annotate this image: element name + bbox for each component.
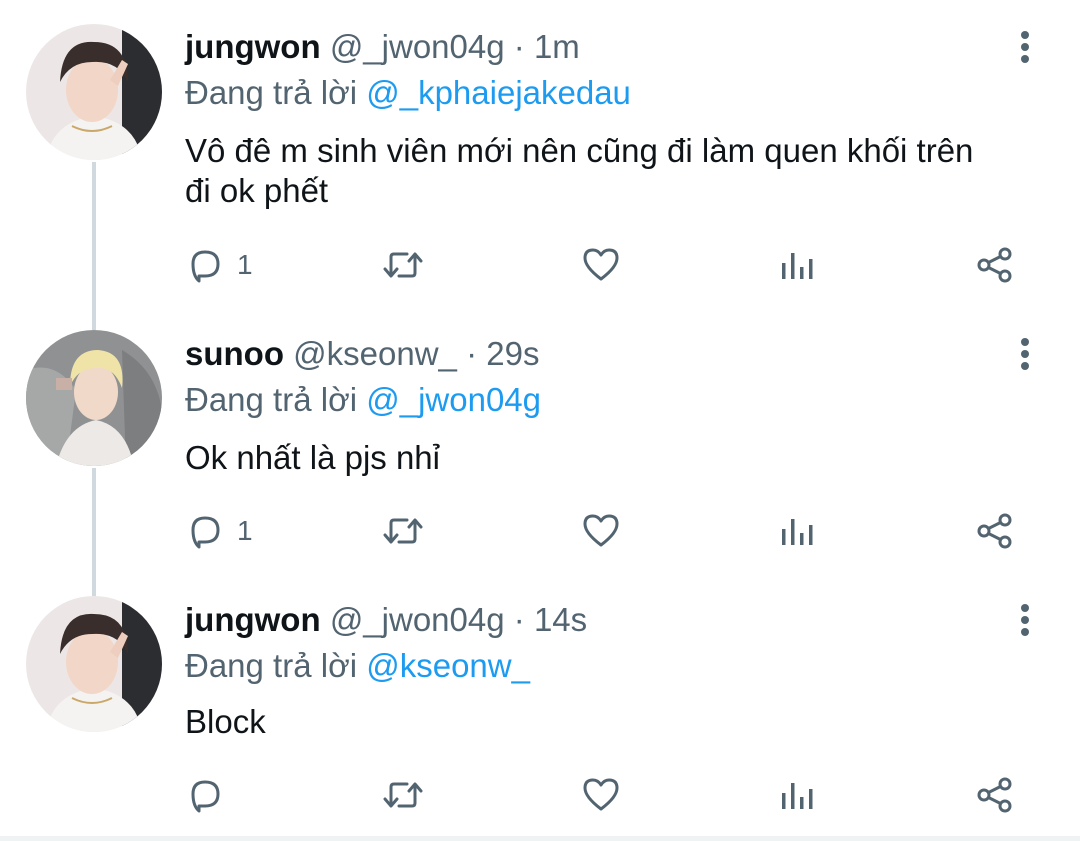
analytics-icon	[782, 783, 813, 809]
reply-button[interactable]: 1	[185, 240, 253, 290]
retweet-icon	[383, 252, 423, 278]
reply-button[interactable]: 1	[185, 506, 253, 556]
reply-button[interactable]	[185, 770, 237, 820]
retweet-icon	[383, 782, 423, 808]
avatar-photo	[26, 596, 162, 732]
tweet-text: Block	[185, 703, 266, 740]
avatar-photo	[26, 24, 162, 160]
tweet-actions: 1	[185, 240, 1025, 290]
tweet-header: jungwon @_jwon04g · 14s	[185, 600, 587, 640]
reply-count: 1	[237, 515, 253, 546]
replying-to-mention[interactable]: @_jwon04g	[366, 381, 541, 418]
retweet-icon	[383, 518, 423, 544]
avatar[interactable]	[26, 596, 162, 732]
replying-to: Đang trả lời @kseonw_	[185, 646, 530, 686]
like-button[interactable]	[581, 240, 633, 290]
separator-dot: ·	[513, 601, 525, 638]
avatar[interactable]	[26, 24, 162, 160]
more-options-button[interactable]	[1010, 27, 1040, 67]
tweet-actions: 1	[185, 506, 1025, 556]
retweet-button[interactable]	[381, 240, 437, 290]
more-icon	[1021, 31, 1029, 63]
replying-to-mention[interactable]: @kseonw_	[366, 647, 530, 684]
tweet[interactable]: sunoo @kseonw_ · 29s Đang trả lời @_jwon…	[0, 310, 1080, 580]
share-icon	[977, 247, 1012, 283]
tweet-header: sunoo @kseonw_ · 29s	[185, 334, 539, 374]
analytics-icon	[782, 253, 813, 279]
tweet-text: Ok nhất là pjs nhỉ	[185, 439, 440, 476]
tweet-header: jungwon @_jwon04g · 1m	[185, 27, 580, 67]
user-handle[interactable]: @_jwon04g	[330, 28, 505, 65]
timestamp[interactable]: 14s	[534, 601, 587, 638]
analytics-icon	[782, 519, 813, 545]
replying-to: Đang trả lời @_jwon04g	[185, 380, 541, 420]
like-icon	[583, 514, 619, 547]
replying-to-label: Đang trả lời	[185, 74, 358, 111]
like-button[interactable]	[581, 506, 633, 556]
like-icon	[583, 248, 619, 281]
reply-icon	[191, 780, 220, 813]
retweet-button[interactable]	[381, 506, 437, 556]
tweet-actions	[185, 770, 1025, 820]
replying-to-label: Đang trả lời	[185, 647, 358, 684]
more-options-button[interactable]	[1010, 334, 1040, 374]
tweet[interactable]: jungwon @_jwon04g · 1m Đang trả lời @_kp…	[0, 0, 1080, 310]
avatar-photo	[26, 330, 162, 466]
analytics-button[interactable]	[779, 506, 815, 556]
replying-to: Đang trả lời @_kphaiejakedau	[185, 73, 631, 113]
share-icon	[977, 777, 1012, 813]
display-name[interactable]: jungwon	[185, 28, 321, 65]
tweet[interactable]: jungwon @_jwon04g · 14s Đang trả lời @ks…	[0, 580, 1080, 836]
tweet-text: Vô đê m sinh viên mới nên cũng đi làm qu…	[185, 132, 974, 209]
timestamp[interactable]: 1m	[534, 28, 580, 65]
reply-icon	[191, 516, 220, 549]
share-button[interactable]	[975, 240, 1015, 290]
replying-to-label: Đang trả lời	[185, 381, 358, 418]
more-icon	[1021, 604, 1029, 636]
retweet-button[interactable]	[381, 770, 437, 820]
like-button[interactable]	[581, 770, 633, 820]
more-options-button[interactable]	[1010, 600, 1040, 640]
more-icon	[1021, 338, 1029, 370]
replying-to-mention[interactable]: @_kphaiejakedau	[366, 74, 631, 111]
separator-dot: ·	[466, 335, 478, 372]
reply-icon	[191, 250, 220, 283]
share-button[interactable]	[975, 506, 1015, 556]
display-name[interactable]: sunoo	[185, 335, 284, 372]
avatar[interactable]	[26, 330, 162, 466]
bottom-divider	[0, 836, 1080, 841]
share-icon	[977, 513, 1012, 549]
separator-dot: ·	[513, 28, 525, 65]
display-name[interactable]: jungwon	[185, 601, 321, 638]
user-handle[interactable]: @kseonw_	[293, 335, 457, 372]
analytics-button[interactable]	[779, 240, 815, 290]
reply-count: 1	[237, 249, 253, 280]
timestamp[interactable]: 29s	[486, 335, 539, 372]
analytics-button[interactable]	[779, 770, 815, 820]
user-handle[interactable]: @_jwon04g	[330, 601, 505, 638]
like-icon	[583, 778, 619, 811]
share-button[interactable]	[975, 770, 1015, 820]
